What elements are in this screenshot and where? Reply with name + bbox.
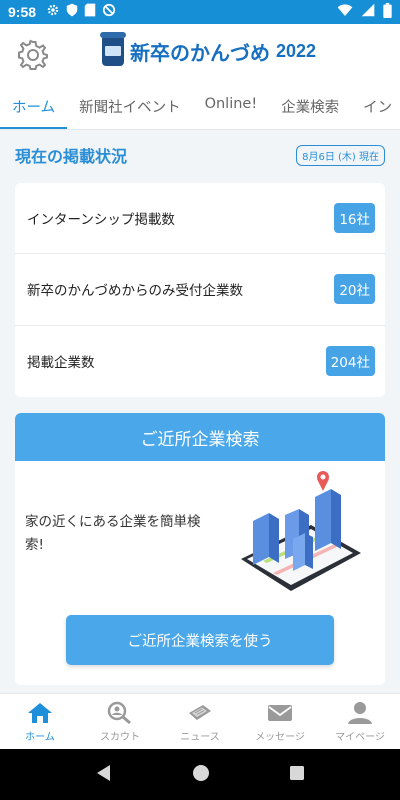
logo-text: 新卒のかんづめ	[130, 40, 270, 65]
nav-label: メッセージ	[255, 731, 305, 743]
nav-label: ニュース	[180, 731, 220, 743]
wifi-icon	[337, 3, 353, 21]
stats-card: インターンシップ掲載数 16社 新卒のかんづめからのみ受付企業数 20社 掲載企…	[15, 183, 385, 397]
city-map-illustration	[241, 471, 361, 591]
signal-icon	[361, 3, 375, 21]
nav-scout[interactable]: スカウト	[80, 694, 160, 749]
home-circle-icon	[192, 764, 209, 781]
stat-row-internships[interactable]: インターンシップ掲載数 16社	[15, 183, 385, 255]
scout-search-icon	[107, 701, 131, 724]
tab-bar: ホーム 新聞社イベント Online! 企業検索 イン	[0, 88, 400, 130]
newspaper-icon	[189, 704, 211, 720]
back-button[interactable]	[95, 764, 113, 786]
back-triangle-icon	[96, 764, 110, 781]
status-time: 9:58	[8, 4, 37, 20]
stat-row-exclusive-companies[interactable]: 新卒のかんづめからのみ受付企業数 20社	[15, 254, 385, 326]
nav-label: マイページ	[335, 731, 385, 743]
home-icon	[28, 702, 52, 723]
gear-icon	[46, 3, 60, 21]
nearby-search-button[interactable]: ご近所企業検索を使う	[66, 615, 334, 665]
battery-icon	[383, 2, 392, 22]
tab-internship[interactable]: イン	[351, 88, 400, 129]
nearby-search-card: ご近所企業検索 家の近くにある企業を簡単検索! ご近所企業検索を使う	[15, 413, 385, 685]
nav-mypage[interactable]: マイページ	[320, 694, 400, 749]
app-logo: 新卒のかんづめ 2022	[100, 32, 317, 66]
status-section-header: 現在の掲載状況 8月6日 (木) 現在	[15, 140, 385, 170]
recents-square-icon	[290, 765, 305, 780]
tab-online[interactable]: Online!	[193, 88, 270, 129]
stat-count-badge: 16社	[334, 203, 375, 234]
gear-icon	[18, 39, 48, 70]
envelope-icon	[268, 704, 292, 721]
nav-home[interactable]: ホーム	[0, 694, 80, 749]
nearby-search-title: ご近所企業検索	[15, 413, 385, 461]
system-nav-bar	[0, 749, 400, 800]
sd-card-icon	[84, 3, 96, 21]
stat-label: インターンシップ掲載数	[27, 212, 175, 229]
date-badge: 8月6日 (木) 現在	[296, 144, 385, 166]
stat-count-badge: 20社	[334, 274, 375, 305]
stat-label: 新卒のかんづめからのみ受付企業数	[27, 283, 243, 300]
stat-count-badge: 204社	[325, 346, 375, 377]
stat-row-listed-companies[interactable]: 掲載企業数 204社	[15, 326, 385, 397]
tab-home[interactable]: ホーム	[0, 88, 68, 129]
section-title: 現在の掲載状況	[15, 147, 128, 166]
nav-news[interactable]: ニュース	[160, 694, 240, 749]
status-bar: 9:58	[0, 0, 400, 24]
settings-button[interactable]	[16, 38, 50, 72]
tab-newspaper-events[interactable]: 新聞社イベント	[67, 88, 193, 129]
nav-messages[interactable]: メッセージ	[240, 694, 320, 749]
nearby-search-description: 家の近くにある企業を簡単検索!	[25, 514, 201, 553]
logo-year: 2022	[276, 40, 317, 61]
stat-label: 掲載企業数	[27, 355, 95, 372]
tab-company-search[interactable]: 企業検索	[269, 88, 351, 129]
home-system-button[interactable]	[192, 764, 210, 786]
shield-icon	[66, 3, 78, 21]
no-disturb-icon	[102, 3, 116, 21]
nav-label: スカウト	[100, 731, 140, 743]
can-logo-icon	[100, 32, 126, 66]
person-icon	[348, 701, 372, 724]
bottom-nav: ホーム スカウト ニュース メッセージ マイページ	[0, 693, 400, 749]
nav-label: ホーム	[25, 731, 55, 743]
recents-button[interactable]	[289, 765, 305, 785]
app-header: 新卒のかんづめ 2022	[0, 24, 400, 88]
